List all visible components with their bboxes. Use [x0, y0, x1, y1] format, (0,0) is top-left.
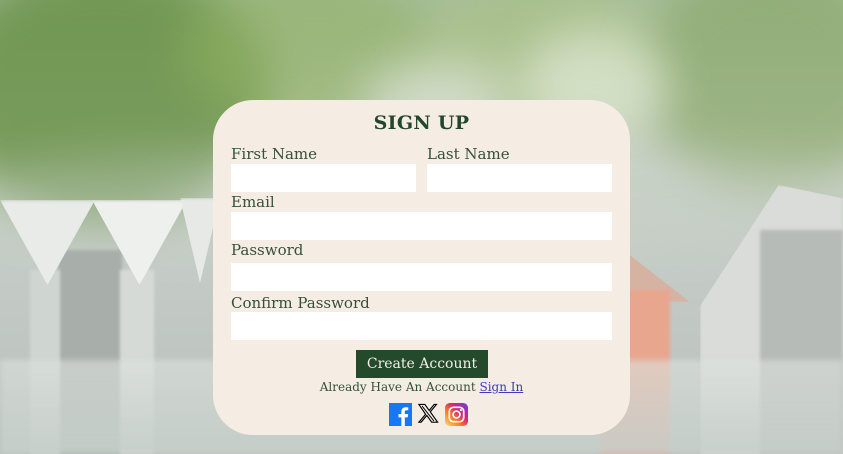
- first-name-label: First Name: [231, 145, 318, 163]
- already-have-account: Already Have An Account Sign In: [213, 380, 630, 394]
- facebook-icon[interactable]: [389, 403, 412, 426]
- instagram-icon[interactable]: [445, 403, 468, 426]
- email-label: Email: [231, 193, 275, 211]
- x-icon[interactable]: [417, 403, 440, 426]
- confirm-password-label: Confirm Password: [231, 294, 370, 312]
- sign-in-link[interactable]: Sign In: [479, 380, 523, 394]
- social-links: [389, 403, 468, 426]
- password-input[interactable]: [231, 263, 612, 291]
- last-name-label: Last Name: [427, 145, 510, 163]
- already-text: Already Have An Account: [319, 380, 476, 394]
- signup-card: SIGN UP First Name Last Name Email Passw…: [213, 100, 630, 435]
- confirm-password-input[interactable]: [231, 312, 612, 340]
- email-input[interactable]: [231, 212, 612, 240]
- last-name-input[interactable]: [427, 164, 612, 192]
- create-account-button[interactable]: Create Account: [356, 350, 488, 378]
- first-name-input[interactable]: [231, 164, 416, 192]
- password-label: Password: [231, 241, 304, 259]
- form-title: SIGN UP: [373, 112, 470, 134]
